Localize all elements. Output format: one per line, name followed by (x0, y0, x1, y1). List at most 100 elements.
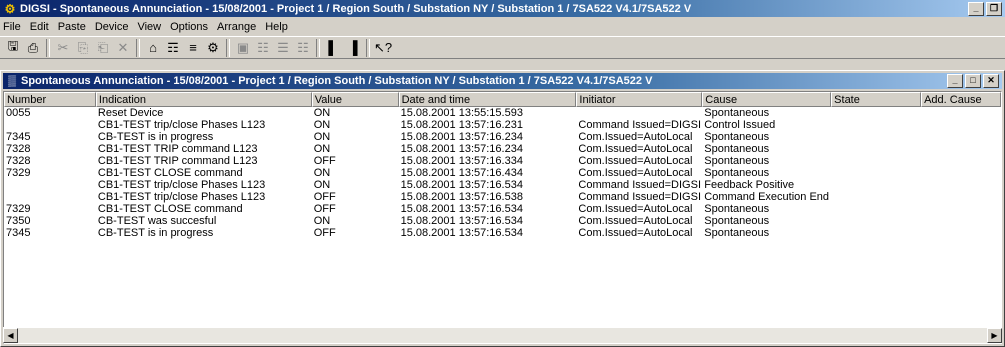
cell-number: 7345 (6, 227, 31, 239)
cell-add-cause (921, 227, 1001, 239)
column-header-value[interactable]: Value (311, 92, 399, 107)
stats-icon[interactable]: ⚙ (203, 38, 223, 57)
cell-add-cause (921, 107, 1001, 119)
cell-indication: Reset Device (97, 107, 164, 119)
cell-initiator: Com.Issued=AutoLocal (578, 131, 693, 143)
menu-help[interactable]: Help (262, 21, 294, 33)
cell-datetime: 15.08.2001 13:57:16.538 (400, 191, 523, 203)
table-row[interactable]: 7329 CB1-TEST CLOSE command ON 15.08.2001 1… (4, 167, 1001, 179)
save-icon[interactable]: 🖫 (3, 38, 23, 57)
cell-number (4, 191, 96, 203)
table-row[interactable]: CB1-TEST trip/close Phases L123 ON 15.08.2… (4, 179, 1001, 191)
details-icon[interactable]: ☷ (293, 38, 313, 57)
cell-state (831, 155, 921, 167)
cell-value: ON (313, 167, 331, 179)
device-icon[interactable]: ⌂ (143, 38, 163, 57)
table-row[interactable]: CB1-TEST trip/close Phases L123 ON 15.08.2… (4, 119, 1001, 131)
cell-indication: CB1-TEST trip/close Phases L123 (97, 119, 266, 131)
table-row[interactable]: 7350 CB-TEST was succesful ON 15.08.2001 13… (4, 215, 1001, 227)
compare-icon[interactable]: ≡ (183, 38, 203, 57)
cell-indication: CB1-TEST trip/close Phases L123 (97, 191, 266, 203)
tile-icon[interactable]: ▌ (323, 38, 343, 57)
scroll-left-icon[interactable]: ◀ (3, 328, 18, 343)
menu-arrange[interactable]: Arrange (214, 21, 262, 33)
cell-add-cause (921, 155, 1001, 167)
cell-cause: Feedback Positive (704, 179, 795, 191)
cell-cause: Spontaneous (704, 215, 770, 227)
cell-cause: Control Issued (704, 119, 776, 131)
cell-cause: Spontaneous (704, 155, 770, 167)
cell-cause: Spontaneous (704, 227, 770, 239)
cell-value: ON (313, 119, 331, 131)
table-row[interactable]: 7328 CB1-TEST TRIP command L123 ON 15.08.20… (4, 143, 1001, 155)
toolbar-separator (46, 38, 50, 57)
cell-state (831, 143, 921, 155)
cell-number: 7328 (6, 155, 31, 167)
cell-value: ON (313, 107, 331, 119)
table-row[interactable]: 7329 CB1-TEST CLOSE command OFF 15.08.2001 … (4, 203, 1001, 215)
cell-datetime: 15.08.2001 13:57:16.534 (400, 215, 523, 227)
cell-initiator (576, 107, 702, 119)
cell-initiator: Com.Issued=AutoLocal (578, 215, 693, 227)
menu-file[interactable]: File (0, 21, 27, 33)
restore-button[interactable]: ❐ (986, 1, 1002, 16)
table-row[interactable]: CB1-TEST trip/close Phases L123 OFF 15.08.… (4, 191, 1001, 203)
table-row[interactable]: 7328 CB1-TEST TRIP command L123 OFF 15.08.2… (4, 155, 1001, 167)
minimize-button[interactable]: _ (968, 1, 984, 16)
column-header-add-cause[interactable]: Add. Cause (921, 92, 1001, 107)
menu-edit[interactable]: Edit (27, 21, 55, 33)
cell-initiator: Com.Issued=AutoLocal (578, 167, 693, 179)
horizontal-scrollbar[interactable]: ◀ ▶ (3, 327, 1002, 343)
column-header-number[interactable]: Number (4, 92, 96, 107)
cell-number: 7329 (6, 203, 31, 215)
cut-icon[interactable]: ✂ (53, 38, 73, 57)
small-icons-icon[interactable]: ☷ (253, 38, 273, 57)
menu-device[interactable]: Device (92, 21, 135, 33)
child-minimize-button[interactable]: _ (947, 74, 963, 88)
cell-indication: CB1-TEST TRIP command L123 (97, 155, 258, 167)
cell-datetime: 15.08.2001 13:55:15.593 (400, 107, 523, 119)
cell-state (831, 119, 921, 131)
digsi-app-icon[interactable]: ⚙ (3, 2, 17, 16)
cell-value: OFF (313, 155, 336, 167)
column-header-cause[interactable]: Cause (702, 92, 832, 107)
large-icons-icon[interactable]: ▣ (233, 38, 253, 57)
scroll-right-icon[interactable]: ▶ (987, 328, 1002, 343)
cell-number: 7328 (6, 143, 31, 155)
column-header-indication[interactable]: Indication (95, 92, 312, 107)
menu-options[interactable]: Options (167, 21, 214, 33)
toolbar: 🖫 ⎙ ✂ ⎘ ⎗ ✕ ⌂ ☶ ≡ ⚙ ▣ ☷ ☰ ☷ ▌ ▐ ↖? (0, 36, 1005, 59)
annunciation-icon[interactable]: ▒ (5, 75, 19, 87)
child-maximize-button[interactable]: □ (965, 74, 981, 88)
table-row[interactable]: 7345 CB-TEST is in progress OFF 15.08.2001 … (4, 227, 1001, 239)
table-row[interactable]: 7345 CB-TEST is in progress ON 15.08.2001 1… (4, 131, 1001, 143)
menu-paste[interactable]: Paste (55, 21, 92, 33)
cell-datetime: 15.08.2001 13:57:16.434 (400, 167, 523, 179)
cell-add-cause (921, 203, 1001, 215)
cell-state (831, 107, 921, 119)
cell-state (831, 203, 921, 215)
cascade-icon[interactable]: ▐ (343, 38, 363, 57)
cell-number: 7345 (6, 131, 31, 143)
cell-indication: CB1-TEST CLOSE command (97, 167, 243, 179)
cell-state (831, 167, 921, 179)
print-icon[interactable]: ⎙ (23, 38, 43, 57)
delete-icon[interactable]: ✕ (113, 38, 133, 57)
column-header-state[interactable]: State (831, 92, 922, 107)
child-close-button[interactable]: ✕ (983, 74, 999, 88)
cell-number: 7350 (6, 215, 31, 227)
cell-initiator: Command Issued=DIGSI (578, 119, 702, 131)
table-row[interactable]: 0055 Reset Device ON 15.08.2001 13:55:15.59… (4, 107, 1001, 119)
column-header-datetime[interactable]: Date and time (398, 92, 577, 107)
cell-indication: CB1-TEST TRIP command L123 (97, 143, 258, 155)
paste-icon[interactable]: ⎗ (93, 38, 113, 57)
copy-icon[interactable]: ⎘ (73, 38, 93, 57)
cell-state (831, 131, 921, 143)
cell-datetime: 15.08.2001 13:57:16.534 (400, 227, 523, 239)
tree-icon[interactable]: ☶ (163, 38, 183, 57)
list-icon[interactable]: ☰ (273, 38, 293, 57)
menu-view[interactable]: View (134, 21, 167, 33)
help-icon[interactable]: ↖? (373, 38, 393, 57)
table-body: 0055 Reset Device ON 15.08.2001 13:55:15.59… (4, 107, 1001, 239)
column-header-initiator[interactable]: Initiator (576, 92, 703, 107)
